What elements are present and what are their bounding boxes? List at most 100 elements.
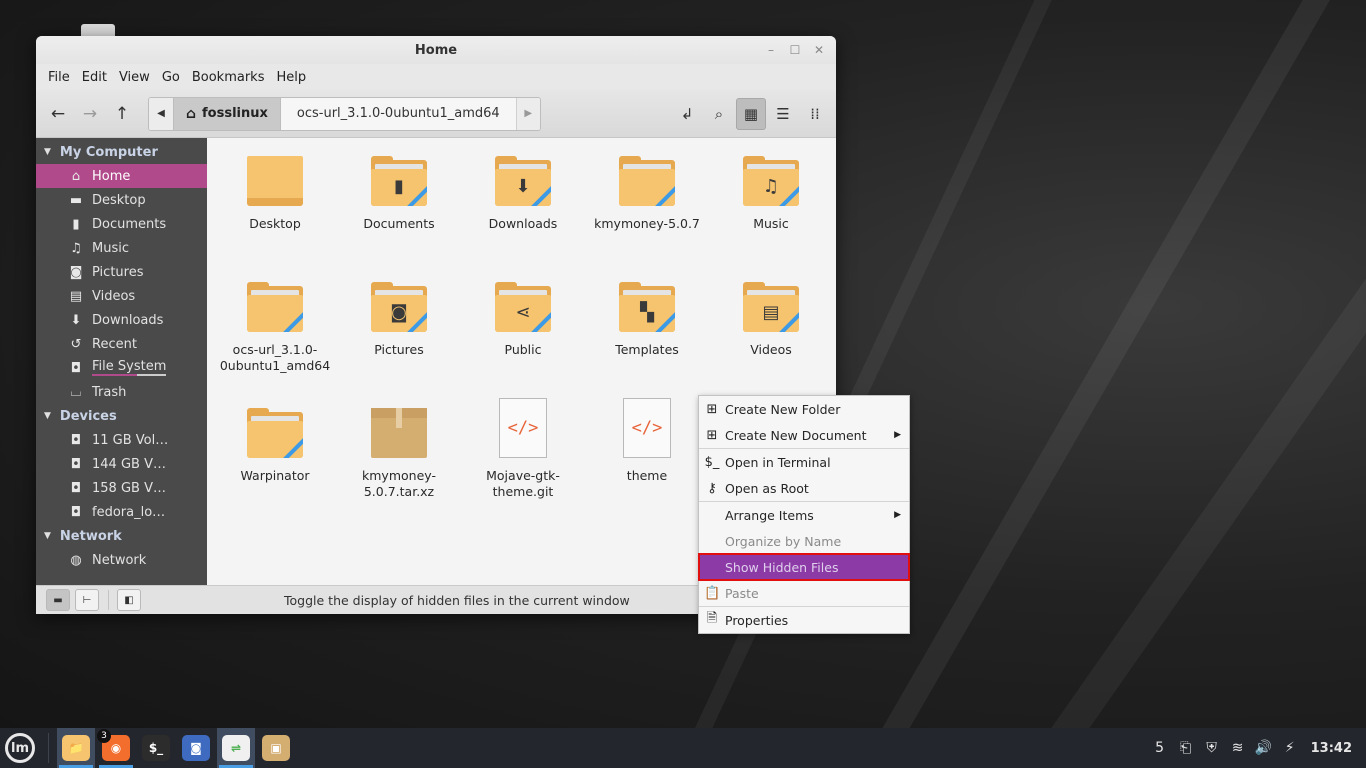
- sidebar-item-fedora-lo[interactable]: ◘ fedora_lo…: [36, 500, 207, 524]
- menu-view[interactable]: View: [113, 70, 156, 85]
- wifi-icon[interactable]: ≋: [1229, 740, 1247, 756]
- sidebar-section-devices[interactable]: ▼ Devices: [36, 404, 207, 428]
- file-item[interactable]: Desktop: [213, 146, 337, 272]
- sidebar-item-home[interactable]: ⌂ Home: [36, 164, 207, 188]
- menu-go[interactable]: Go: [156, 70, 186, 85]
- file-item[interactable]: ⋖ Public: [461, 272, 585, 398]
- battery-icon[interactable]: ⚡: [1281, 740, 1299, 756]
- sidebar-item-144-gb-v[interactable]: ◘ 144 GB V…: [36, 452, 207, 476]
- sidebar-section-my-computer[interactable]: ▼ My Computer: [36, 140, 207, 164]
- tree-view-toggle-icon[interactable]: ⊢: [75, 589, 99, 611]
- file-item[interactable]: ♫ Music: [709, 146, 833, 272]
- toggle-location-icon[interactable]: ↲: [672, 98, 702, 130]
- folder-icon: [247, 408, 303, 458]
- menu-file[interactable]: File: [42, 70, 76, 85]
- file-item[interactable]: ◙ Pictures: [337, 272, 461, 398]
- menu-help[interactable]: Help: [270, 70, 312, 85]
- file-name: Desktop: [249, 216, 301, 231]
- taskbar-app-screenshot[interactable]: ◙: [177, 728, 215, 768]
- maximize-button[interactable]: ☐: [784, 40, 806, 60]
- folder-emblem-icon: ▤: [762, 302, 780, 323]
- sidebar-item-pictures[interactable]: ◙ Pictures: [36, 260, 207, 284]
- menu-item-properties[interactable]: 🗎 Properties: [699, 607, 909, 633]
- toolbar: ← → ↑ ◀ ⌂ fosslinux ocs-url_3.1.0-0ubunt…: [36, 90, 836, 138]
- expander-triangle-icon[interactable]: ▼: [44, 147, 51, 157]
- sidebar-item-documents[interactable]: ▮ Documents: [36, 212, 207, 236]
- file-item[interactable]: ⬇ Downloads: [461, 146, 585, 272]
- menu-item-paste[interactable]: 📋 Paste: [699, 580, 909, 606]
- file-item[interactable]: </> theme: [585, 398, 709, 524]
- menu-item-arrange-items[interactable]: Arrange Items ▶: [699, 502, 909, 528]
- file-item[interactable]: ocs-url_3.1.0-0ubuntu1_amd64: [213, 272, 337, 398]
- taskbar-app-settings[interactable]: ⇌: [217, 728, 255, 768]
- minimize-button[interactable]: –: [760, 40, 782, 60]
- sidebar-item-label: Videos: [92, 288, 136, 304]
- sidebar-section-network[interactable]: ▼ Network: [36, 524, 207, 548]
- sidebar-item-downloads[interactable]: ⬇ Downloads: [36, 308, 207, 332]
- menu-edit[interactable]: Edit: [76, 70, 113, 85]
- tray-app-icon[interactable]: 5: [1151, 740, 1169, 756]
- menu-item-show-hidden-files[interactable]: Show Hidden Files: [698, 553, 910, 581]
- volume-icon[interactable]: 🔊: [1255, 740, 1273, 756]
- taskbar-app-archive[interactable]: ▣: [257, 728, 295, 768]
- up-arrow-icon[interactable]: ↑: [106, 98, 138, 130]
- sidebar-item-label: 158 GB V…: [92, 480, 166, 496]
- menu-item-organize-by-name[interactable]: Organize by Name: [699, 528, 909, 554]
- file-item[interactable]: ▤ Videos: [709, 272, 833, 398]
- list-view-icon[interactable]: ☰: [768, 98, 798, 130]
- file-name: Templates: [615, 342, 679, 357]
- close-button[interactable]: ✕: [808, 40, 830, 60]
- file-item[interactable]: ▮ Documents: [337, 146, 461, 272]
- sidebar-item-desktop[interactable]: ▬ Desktop: [36, 188, 207, 212]
- code-file-icon: </>: [499, 398, 547, 458]
- file-item[interactable]: Warpinator: [213, 398, 337, 524]
- taskbar-apps: 📁 ◉ 3 $_ ◙ ⇌ ▣: [57, 728, 297, 768]
- forward-arrow-icon[interactable]: →: [74, 98, 106, 130]
- update-shield-icon[interactable]: ⛨: [1203, 740, 1221, 756]
- taskbar-app-firefox[interactable]: ◉ 3: [97, 728, 135, 768]
- start-menu-button[interactable]: lm: [0, 728, 40, 768]
- sidebar-item-trash[interactable]: ⌴ Trash: [36, 380, 207, 404]
- folder-icon: ⬇: [495, 156, 551, 206]
- path-scroll-left-icon[interactable]: ◀: [149, 97, 173, 130]
- sidebar-item-recent[interactable]: ↺ Recent: [36, 332, 207, 356]
- menu-item-open-as-root[interactable]: ⚷ Open as Root: [699, 475, 909, 501]
- sidebar-item-music[interactable]: ♫ Music: [36, 236, 207, 260]
- expander-triangle-icon[interactable]: ▼: [44, 531, 51, 541]
- sidebar-item-158-gb-v[interactable]: ◘ 158 GB V…: [36, 476, 207, 500]
- file-item[interactable]: kmymoney-5.0.7: [585, 146, 709, 272]
- file-item[interactable]: kmymoney-5.0.7.tar.xz: [337, 398, 461, 524]
- clipboard-icon[interactable]: ⎗: [1177, 740, 1195, 756]
- breadcrumb-home[interactable]: ⌂ fosslinux: [173, 97, 281, 130]
- menu-item-open-in-terminal[interactable]: $_ Open in Terminal: [699, 449, 909, 475]
- taskbar-app-files[interactable]: 📁: [57, 728, 95, 768]
- sidebar-item-file-system[interactable]: ◘ File System: [36, 356, 207, 380]
- menu-bookmarks[interactable]: Bookmarks: [186, 70, 271, 85]
- file-item[interactable]: ▚ Templates: [585, 272, 709, 398]
- sidebar-item-label: Home: [92, 168, 131, 184]
- menu-item-label: Organize by Name: [725, 533, 842, 549]
- taskbar-app-terminal[interactable]: $_: [137, 728, 175, 768]
- places-toggle-icon[interactable]: ▬: [46, 589, 70, 611]
- sidebar-item-11-gb-vol[interactable]: ◘ 11 GB Vol…: [36, 428, 207, 452]
- menu-item-create-new-document[interactable]: ⊞ Create New Document ▶: [699, 422, 909, 448]
- file-name: ocs-url_3.1.0-0ubuntu1_amd64: [219, 342, 331, 373]
- sidebar-item-videos[interactable]: ▤ Videos: [36, 284, 207, 308]
- sidebar-item-network[interactable]: ◍ Network: [36, 548, 207, 572]
- menu-item-icon: $_: [704, 454, 720, 470]
- file-item[interactable]: </> Mojave-gtk-theme.git: [461, 398, 585, 524]
- file-name: kmymoney-5.0.7: [594, 216, 700, 231]
- breadcrumb-ocs-url[interactable]: ocs-url_3.1.0-0ubuntu1_amd64: [280, 97, 516, 130]
- toggle-sidebar-icon[interactable]: ◧: [117, 589, 141, 611]
- clock[interactable]: 13:42: [1311, 741, 1352, 756]
- title-bar[interactable]: Home – ☐ ✕: [36, 36, 836, 64]
- path-scroll-right-icon[interactable]: ▶: [515, 97, 540, 130]
- expander-triangle-icon[interactable]: ▼: [44, 411, 51, 421]
- back-arrow-icon[interactable]: ←: [42, 98, 74, 130]
- file-name: Public: [504, 342, 542, 357]
- search-icon[interactable]: ⌕: [704, 98, 734, 130]
- compact-view-icon[interactable]: ⁞⁞: [800, 98, 830, 130]
- menu-item-create-new-folder[interactable]: ⊞ Create New Folder: [699, 396, 909, 422]
- icon-view-icon[interactable]: ▦: [736, 97, 766, 130]
- home-icon: ⌂: [186, 105, 197, 122]
